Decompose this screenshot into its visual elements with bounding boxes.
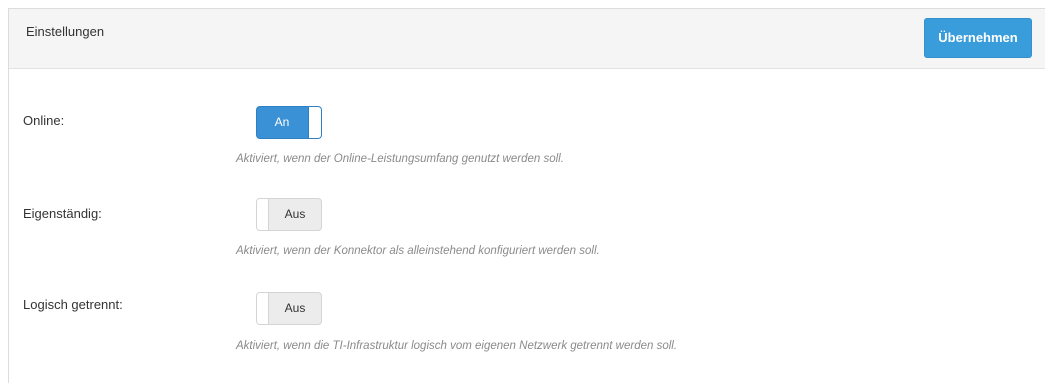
panel-header: Einstellungen Übernehmen	[9, 9, 1045, 69]
toggle-state-text: Aus	[284, 301, 306, 315]
setting-label-online: Online:	[23, 113, 65, 128]
setting-label-eigenstaendig: Eigenständig:	[23, 206, 102, 221]
toggle-knob	[257, 293, 269, 324]
setting-label-logisch-getrennt: Logisch getrennt:	[23, 297, 123, 312]
online-toggle[interactable]: An	[256, 106, 322, 139]
logisch-getrennt-toggle[interactable]: Aus	[256, 292, 322, 325]
toggle-state-text: Aus	[284, 207, 306, 221]
apply-button[interactable]: Übernehmen	[924, 18, 1032, 58]
toggle-state-text: An	[274, 115, 290, 129]
setting-help-online: Aktiviert, wenn der Online-Leistungsumfa…	[236, 153, 564, 165]
setting-help-logisch-getrennt: Aktiviert, wenn die TI-Infrastruktur log…	[236, 340, 678, 352]
setting-help-eigenstaendig: Aktiviert, wenn der Konnektor als allein…	[236, 245, 600, 257]
settings-panel: Einstellungen Übernehmen Online: An Akti…	[8, 8, 1045, 383]
toggle-knob	[308, 107, 321, 138]
toggle-knob	[257, 199, 269, 230]
panel-title: Einstellungen	[26, 24, 105, 39]
eigenstaendig-toggle[interactable]: Aus	[256, 198, 322, 231]
